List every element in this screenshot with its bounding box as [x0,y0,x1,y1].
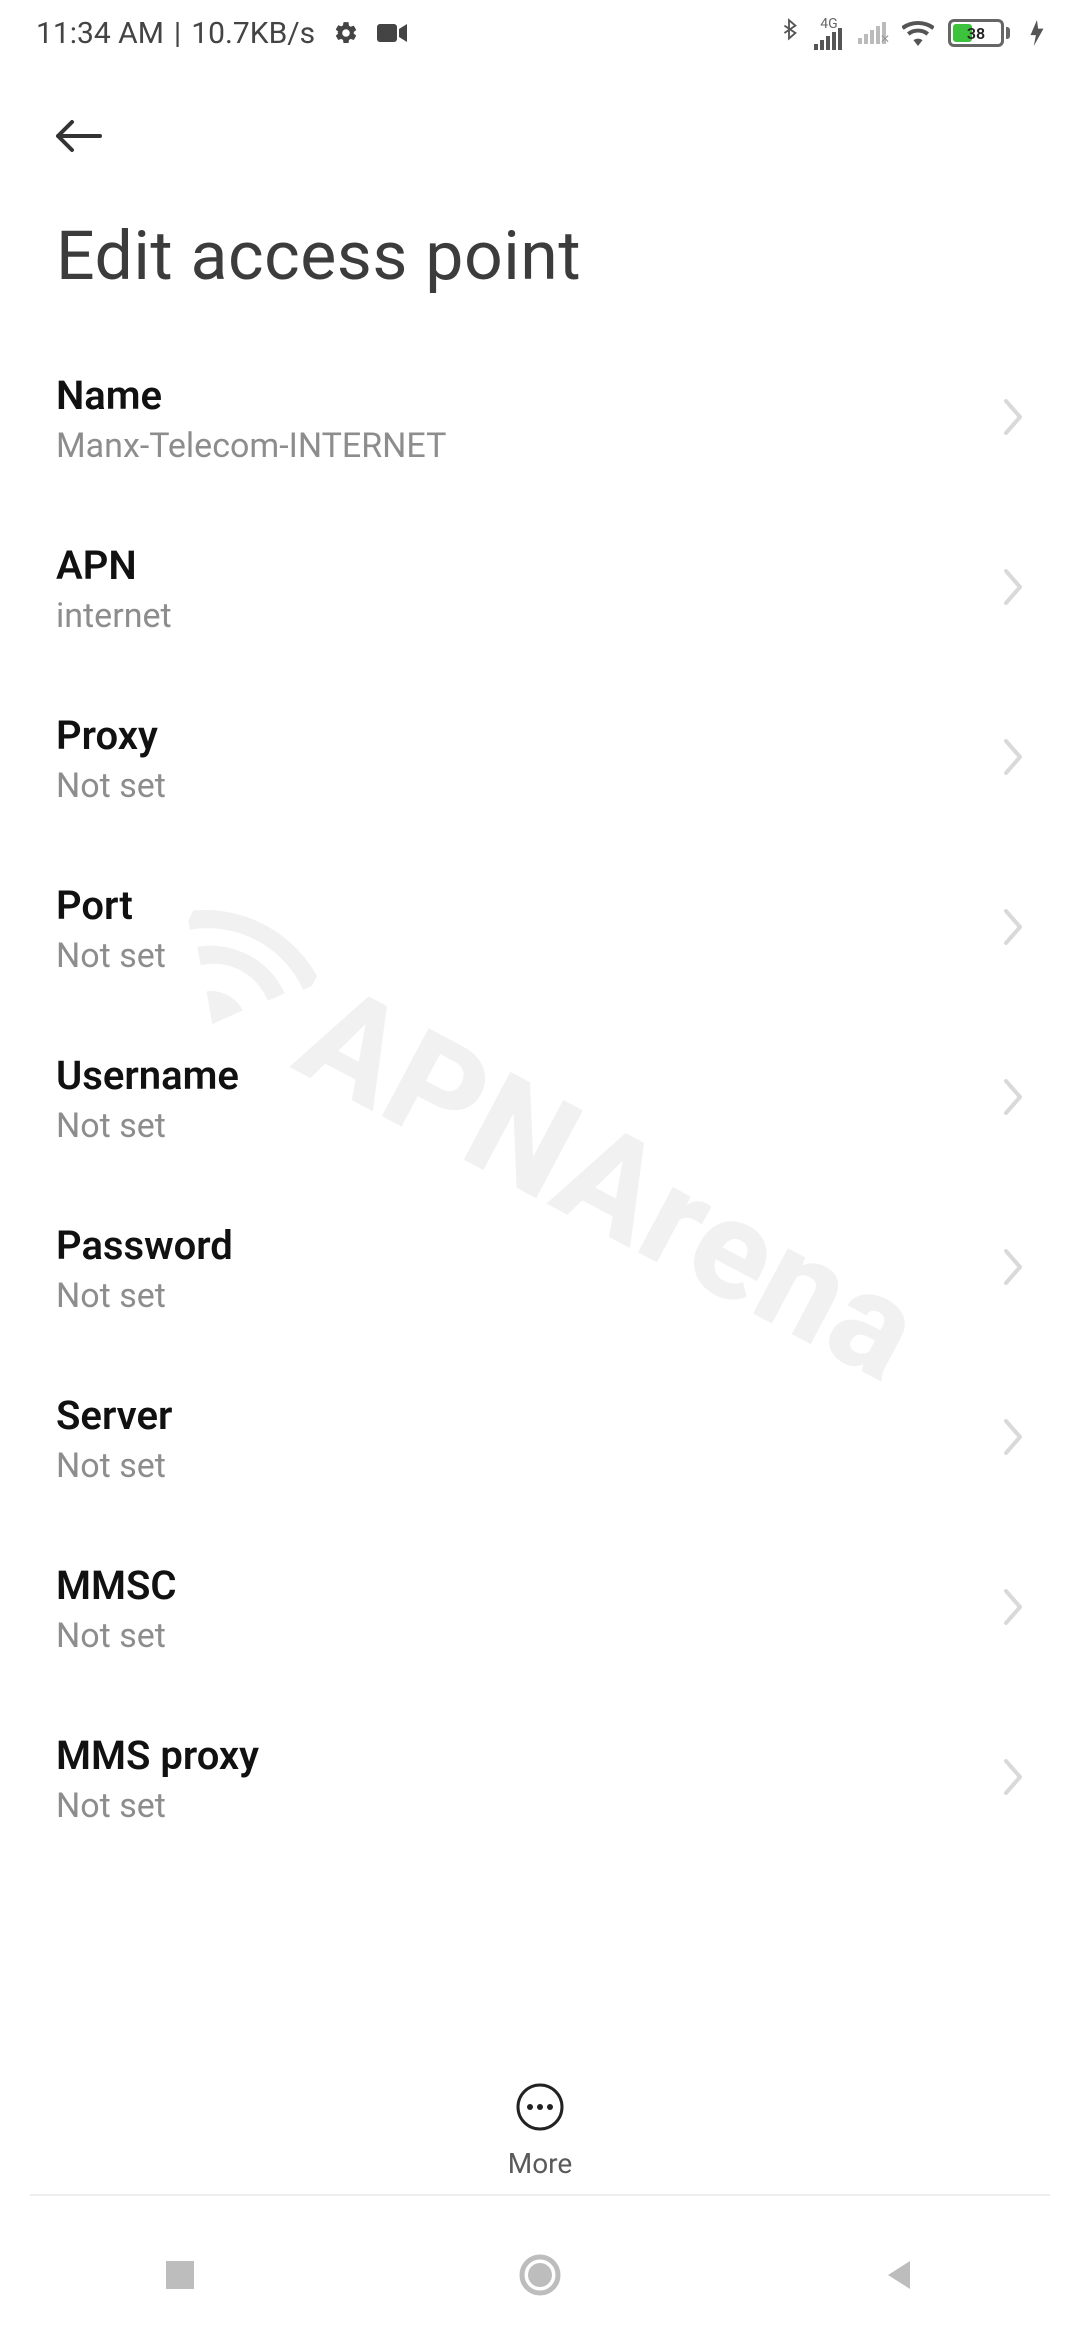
nav-recents-button[interactable] [150,2245,210,2305]
item-port[interactable]: Port Not set [0,846,1080,1016]
no-signal-x: ✕ [880,32,890,46]
signal-2-icon: ✕ [858,22,888,44]
item-apn[interactable]: APN internet [0,506,1080,676]
chevron-right-icon [1000,397,1024,441]
item-mmsc[interactable]: MMSC Not set [0,1526,1080,1696]
battery-percent: 38 [951,22,1001,44]
charging-icon [1030,20,1044,46]
item-name[interactable]: Name Manx-Telecom-INTERNET [0,336,1080,506]
item-value: Manx-Telecom-INTERNET [56,426,984,466]
item-server[interactable]: Server Not set [0,1356,1080,1526]
item-value: Not set [56,1616,984,1656]
chevron-right-icon [1000,1757,1024,1801]
item-label: APN [56,542,984,590]
item-value: Not set [56,1786,984,1826]
item-proxy[interactable]: Proxy Not set [0,676,1080,846]
item-label: MMSC [56,1562,984,1610]
status-kbps: 10.7KB/s [191,16,315,51]
nav-back-button[interactable] [870,2245,930,2305]
chevron-right-icon [1000,1077,1024,1121]
signal-1-icon: 4G [814,16,844,50]
chevron-right-icon [1000,907,1024,951]
status-right: 4G ✕ 38 [778,16,1044,50]
item-label: MMS proxy [56,1732,984,1780]
chevron-right-icon [1000,1247,1024,1291]
wifi-icon [902,20,934,46]
item-label: Server [56,1392,984,1440]
settings-list[interactable]: Name Manx-Telecom-INTERNET APN internet … [0,306,1080,2206]
triangle-left-icon [882,2257,918,2293]
item-label: Name [56,372,984,420]
chevron-right-icon [1000,567,1024,611]
page-title: Edit access point [0,176,1080,306]
item-mms-proxy[interactable]: MMS proxy Not set [0,1696,1080,1866]
nav-home-button[interactable] [510,2245,570,2305]
status-bar: 11:34 AM | 10.7KB/s 4G ✕ [0,0,1080,66]
back-button[interactable] [40,96,120,176]
item-value: Not set [56,766,984,806]
item-label: Port [56,882,984,930]
item-label: Proxy [56,712,984,760]
item-value: Not set [56,1446,984,1486]
status-time: 11:34 AM [36,16,164,51]
chevron-right-icon [1000,1587,1024,1631]
status-sep: | [174,16,181,51]
battery-icon: 38 [948,19,1010,47]
circle-icon [518,2253,562,2297]
bluetooth-icon [778,18,800,48]
item-value: Not set [56,1106,984,1146]
square-icon [162,2257,198,2293]
chevron-right-icon [1000,1417,1024,1461]
item-value: Not set [56,936,984,976]
item-value: Not set [56,1276,984,1316]
status-left: 11:34 AM | 10.7KB/s [36,16,407,51]
arrow-left-icon [50,116,110,156]
item-username[interactable]: Username Not set [0,1016,1080,1186]
system-navbar [0,2210,1080,2340]
item-label: Password [56,1222,984,1270]
camera-icon [377,22,407,44]
item-password[interactable]: Password Not set [0,1186,1080,1356]
item-value: internet [56,596,984,636]
item-label: Username [56,1052,984,1100]
chevron-right-icon [1000,737,1024,781]
settings-icon [333,20,359,46]
